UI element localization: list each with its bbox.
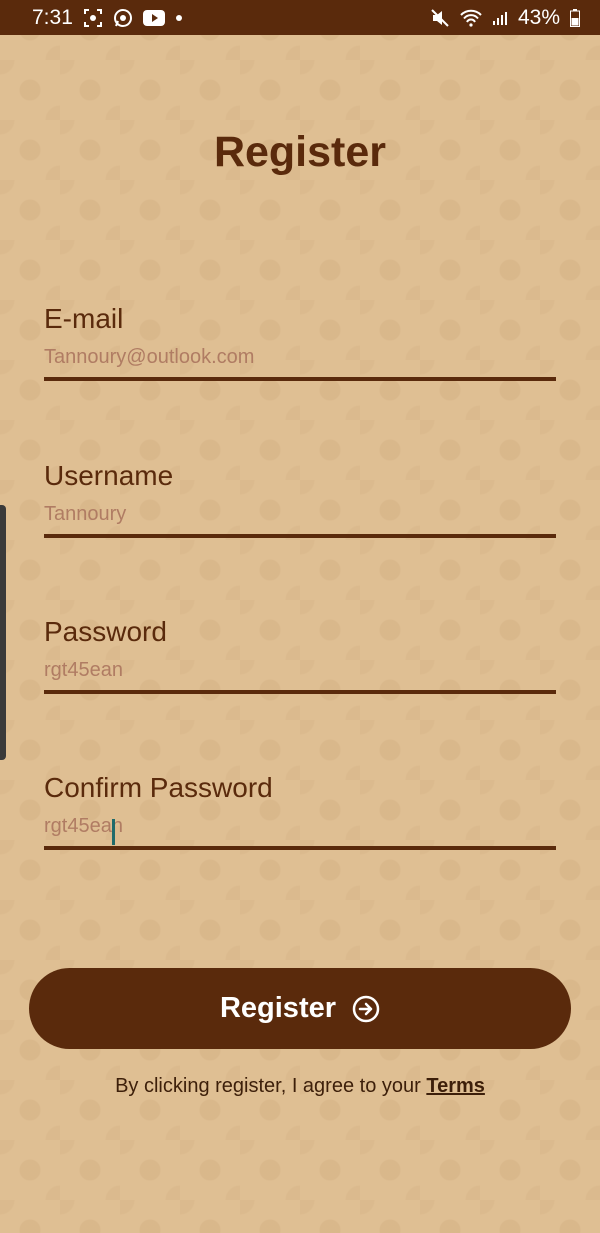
- edge-panel-handle[interactable]: [0, 505, 6, 760]
- password-field-group: Password: [44, 615, 556, 694]
- screenshot-icon: [83, 8, 103, 28]
- email-field-group: E-mail: [44, 302, 556, 381]
- terms-link[interactable]: Terms: [426, 1075, 485, 1097]
- status-time: 7:31: [32, 5, 73, 29]
- username-label: Username: [44, 460, 174, 491]
- confirm-password-label: Confirm Password: [44, 772, 273, 803]
- status-right: 43%: [430, 6, 580, 30]
- confirm-password-field-group: Confirm Password: [44, 771, 556, 850]
- signal-icon: [492, 10, 508, 26]
- status-bar: 7:31 43%: [0, 0, 600, 35]
- email-label: E-mail: [44, 303, 124, 334]
- youtube-icon: [142, 9, 165, 26]
- password-field[interactable]: [44, 655, 556, 694]
- arrow-circle-right-icon: [352, 995, 380, 1023]
- email-field[interactable]: [44, 342, 556, 381]
- confirm-password-field[interactable]: [44, 811, 556, 850]
- page-title: Register: [213, 128, 387, 176]
- wifi-icon: [460, 9, 482, 27]
- register-button[interactable]: Register: [29, 968, 571, 1049]
- username-field[interactable]: [44, 499, 556, 538]
- confirm-password-wrap: [44, 811, 556, 850]
- text-cursor: [112, 819, 115, 845]
- username-field-group: Username: [44, 459, 556, 538]
- battery-icon: [570, 8, 580, 27]
- mute-icon: [430, 8, 450, 28]
- terms-text: By clicking register, I agree to your: [115, 1075, 427, 1097]
- battery-percent: 43%: [517, 5, 560, 29]
- whatsapp-icon: [113, 8, 133, 28]
- status-left: 7:31: [32, 6, 183, 30]
- notification-dot-icon: [175, 14, 183, 22]
- terms-statement: By clicking register, I agree to your Te…: [0, 1075, 600, 1098]
- register-button-label: Register: [219, 992, 337, 1024]
- password-label: Password: [44, 616, 167, 647]
